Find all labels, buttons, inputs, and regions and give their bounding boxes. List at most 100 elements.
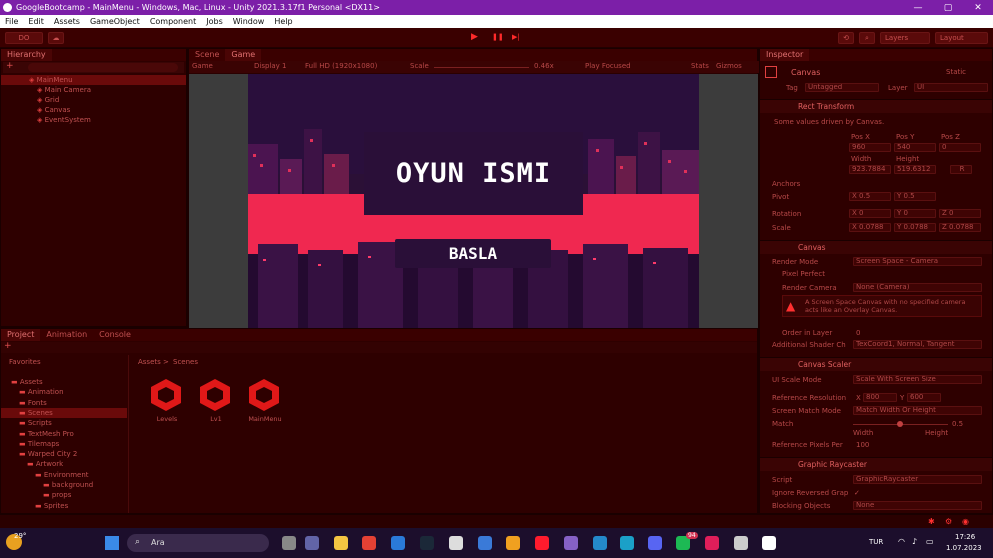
object-name[interactable]: Canvas	[791, 68, 820, 77]
minimize-button[interactable]: —	[903, 3, 933, 13]
clock-time[interactable]: 17:26	[955, 533, 975, 541]
layers-dropdown[interactable]: Layers	[880, 32, 930, 44]
history-button[interactable]: ⟲	[838, 32, 854, 44]
close-button[interactable]: ✕	[963, 3, 993, 13]
teams-icon[interactable]	[305, 536, 319, 550]
shader-dropdown[interactable]: TexCoord1, Normal, Tangent	[853, 340, 982, 349]
hierarchy-item[interactable]: ◈ EventSystem	[1, 115, 186, 125]
anchors-foldout[interactable]: Anchors	[772, 180, 800, 188]
hierarchy-item[interactable]: ◈ Grid	[1, 95, 186, 105]
favorites-header[interactable]: Favorites	[9, 357, 41, 367]
visual-studio-icon[interactable]	[564, 536, 578, 550]
edge-icon[interactable]	[620, 536, 634, 550]
breadcrumb-root[interactable]: Assets	[138, 357, 161, 367]
project-tree-item[interactable]: ▬ props	[1, 490, 127, 500]
status-bug-icon[interactable]: ✱	[928, 517, 935, 526]
start-button[interactable]: BASLA	[395, 239, 551, 268]
status-progress-icon[interactable]: ◉	[962, 517, 969, 526]
project-tree-item[interactable]: ▬ Warped City 2	[1, 449, 127, 459]
script-field[interactable]: GraphicRaycaster	[853, 475, 982, 484]
display-dropdown[interactable]: Display 1	[254, 62, 286, 70]
vscode-icon[interactable]	[593, 536, 607, 550]
hierarchy-item[interactable]: ◈ MainMenu	[1, 75, 186, 85]
menu-jobs[interactable]: Jobs	[201, 17, 228, 26]
canvas-scaler-header[interactable]: Canvas Scaler	[760, 357, 992, 371]
tab-hierarchy[interactable]: Hierarchy	[1, 49, 52, 61]
layer-dropdown[interactable]: UI	[914, 83, 988, 92]
unity-editor-icon[interactable]	[762, 536, 776, 550]
wifi-icon[interactable]: ◠	[898, 537, 905, 546]
scale-y-field[interactable]: Y 0.0788	[894, 223, 936, 232]
ref-y-field[interactable]: 600	[907, 393, 941, 402]
windows-start-icon[interactable]	[105, 536, 119, 550]
canvas-header[interactable]: Canvas	[760, 240, 992, 254]
breadcrumb-leaf[interactable]: Scenes	[173, 357, 198, 367]
pivot-y-field[interactable]: Y 0.5	[894, 192, 936, 201]
menu-component[interactable]: Component	[145, 17, 201, 26]
taskbar-search[interactable]: ⌕ Ara	[127, 534, 269, 552]
tab-inspector[interactable]: Inspector	[760, 49, 810, 61]
battery-icon[interactable]: ▭	[926, 537, 934, 546]
chrome-icon[interactable]	[362, 536, 376, 550]
posx-field[interactable]: 960	[849, 143, 891, 152]
hierarchy-search-input[interactable]	[28, 63, 178, 72]
task-view-icon[interactable]	[282, 536, 296, 550]
project-tree-item[interactable]: ▬ Animation	[1, 387, 127, 397]
opera-icon[interactable]	[535, 536, 549, 550]
tab-game[interactable]: Game	[225, 49, 262, 61]
layout-dropdown[interactable]: Layout	[935, 32, 988, 44]
search-button[interactable]: ⌕	[859, 32, 875, 44]
project-tree-item[interactable]: ▬ TextMesh Pro	[1, 429, 127, 439]
project-tree-item[interactable]: ▬ Assets	[1, 377, 127, 387]
clock-date[interactable]: 1.07.2023	[946, 544, 982, 552]
gizmos-button[interactable]: Gizmos	[716, 62, 742, 70]
menu-file[interactable]: File	[0, 17, 23, 26]
volume-icon[interactable]: ♪	[912, 537, 917, 546]
obs-icon[interactable]	[734, 536, 748, 550]
menu-assets[interactable]: Assets	[49, 17, 85, 26]
project-tree-item[interactable]: ▬ Artwork	[1, 459, 127, 469]
render-camera-field[interactable]: None (Camera)	[853, 283, 982, 292]
match-mode-dropdown[interactable]: Match Width Or Height	[853, 406, 982, 415]
project-tree-item[interactable]: ▬ Tilemaps	[1, 439, 127, 449]
steam-icon[interactable]	[420, 536, 434, 550]
tab-console[interactable]: Console	[93, 329, 137, 341]
resolution-dropdown[interactable]: Full HD (1920x1080)	[305, 62, 377, 70]
scale-slider[interactable]	[434, 67, 529, 68]
slack-icon[interactable]	[705, 536, 719, 550]
cloud-button[interactable]: ☁	[48, 32, 64, 44]
file-explorer-icon[interactable]	[334, 536, 348, 550]
add-icon[interactable]: +	[6, 61, 14, 71]
scene-asset[interactable]: MainMenu	[246, 377, 284, 427]
stats-button[interactable]: Stats	[691, 62, 709, 70]
language-indicator[interactable]: TUR	[869, 538, 883, 546]
scale-z-field[interactable]: Z 0.0788	[939, 223, 981, 232]
ui-scale-mode-dropdown[interactable]: Scale With Screen Size	[853, 375, 982, 384]
scene-asset[interactable]: Lv1	[197, 377, 235, 427]
project-tree-item[interactable]: ▬ Environment	[1, 470, 127, 480]
static-toggle[interactable]: Static	[946, 68, 966, 76]
render-mode-dropdown[interactable]: Screen Space - Camera	[853, 257, 982, 266]
hierarchy-item[interactable]: ◈ Main Camera	[1, 85, 186, 95]
tab-project[interactable]: Project	[1, 329, 41, 341]
tag-dropdown[interactable]: Untagged	[805, 83, 879, 92]
project-tree-item[interactable]: ▬ background	[1, 480, 127, 490]
menu-window[interactable]: Window	[228, 17, 270, 26]
blocking-dropdown[interactable]: None	[853, 501, 982, 510]
posz-field[interactable]: 0	[939, 143, 981, 152]
hierarchy-item[interactable]: ◈ Canvas	[1, 105, 186, 115]
graphic-raycaster-header[interactable]: Graphic Raycaster	[760, 457, 992, 471]
pivot-x-field[interactable]: X 0.5	[849, 192, 891, 201]
scale-x-field[interactable]: X 0.0788	[849, 223, 891, 232]
width-field[interactable]: 923.7884	[849, 165, 891, 174]
mail-icon[interactable]	[391, 536, 405, 550]
match-slider-handle[interactable]	[897, 421, 903, 427]
scene-asset[interactable]: Levels	[148, 377, 186, 427]
raw-edit-button[interactable]: R	[950, 165, 972, 174]
rot-y-field[interactable]: Y 0	[894, 209, 936, 218]
menu-edit[interactable]: Edit	[23, 17, 49, 26]
app2-icon[interactable]	[506, 536, 520, 550]
height-field[interactable]: 519.6312	[894, 165, 936, 174]
status-settings-icon[interactable]: ⚙	[945, 517, 952, 526]
menu-help[interactable]: Help	[269, 17, 297, 26]
